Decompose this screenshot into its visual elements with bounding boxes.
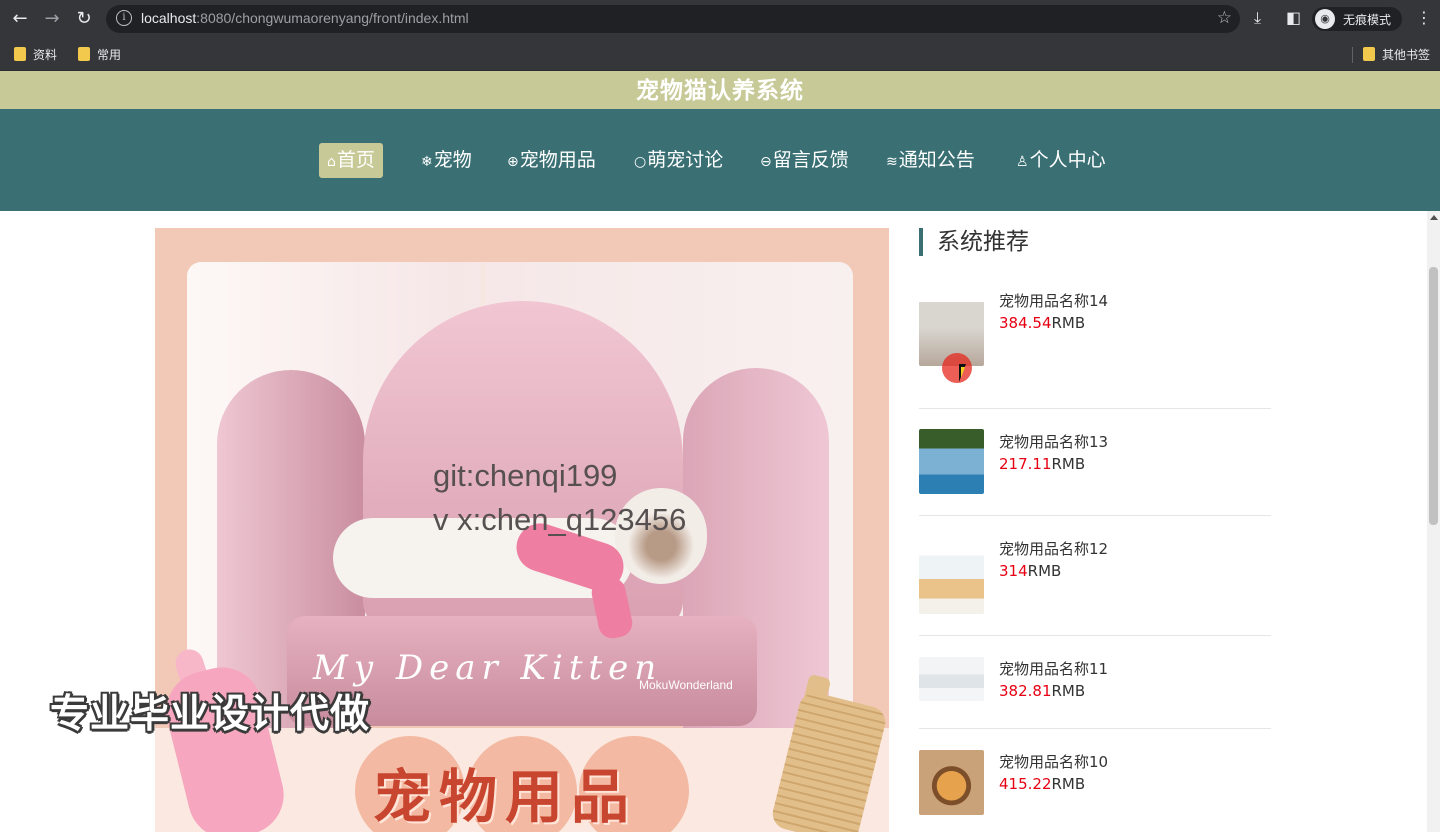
message-icon: ⊖ <box>760 154 772 170</box>
scroll-up-arrow-icon[interactable] <box>1430 215 1438 220</box>
product-price: 382.81RMB <box>999 682 1086 700</box>
nav-pet-supplies[interactable]: ⊕宠物用品 <box>507 143 596 178</box>
overlay-ad-text: 专业毕业设计代做 <box>50 692 371 737</box>
url-text[interactable]: localhost:8080/chongwumaorenyang/front/i… <box>141 10 469 26</box>
cursor-fill <box>961 367 965 378</box>
browser-toolbar: ← → ↻ i localhost:8080/chongwumaorenyang… <box>0 0 1440 38</box>
recommend-divider <box>919 635 1271 636</box>
banner-script-text: My Dear Kitten <box>313 648 663 688</box>
incognito-indicator[interactable]: ◉ 无痕模式 <box>1312 7 1402 31</box>
bookmark-folder-changyong[interactable]: 常用 <box>78 45 121 63</box>
chat-icon: ○ <box>634 154 647 170</box>
nav-feedback[interactable]: ⊖留言反馈 <box>760 143 849 178</box>
page-content: 宠物猫认养系统 ⌂首页 ❄宠物 ⊕宠物用品 ○萌宠讨论 ⊖留言反馈 ≋通知公告 … <box>0 71 1440 832</box>
product-name[interactable]: 宠物用品名称14 <box>999 290 1108 312</box>
nav-announcements[interactable]: ≋通知公告 <box>886 143 975 178</box>
recommend-item[interactable]: 宠物用品名称11 382.81RMB <box>919 657 1271 707</box>
user-icon: ♙ <box>1016 154 1029 170</box>
sidebar-icon[interactable]: ◧ <box>1286 8 1301 28</box>
product-name[interactable]: 宠物用品名称10 <box>999 751 1108 773</box>
recommend-item[interactable]: 宠物用品名称12 314RMB <box>919 536 1271 616</box>
product-price: 217.11RMB <box>999 455 1086 473</box>
bookmarks-divider <box>1352 47 1353 63</box>
product-name[interactable]: 宠物用品名称11 <box>999 658 1108 680</box>
more-vert-icon[interactable]: ⋮ <box>1416 8 1432 28</box>
back-arrow-icon[interactable]: ← <box>8 7 32 31</box>
address-bar[interactable]: i localhost:8080/chongwumaorenyang/front… <box>106 5 1240 33</box>
banner-brand-text: MokuWonderland <box>639 678 733 692</box>
bookmarks-bar: 资料 常用 其他书签 <box>0 38 1440 71</box>
home-icon: ⌂ <box>327 154 336 170</box>
bookmark-folder-ziliao[interactable]: 资料 <box>14 45 57 63</box>
product-thumbnail[interactable] <box>919 429 984 494</box>
recommend-divider <box>919 728 1271 729</box>
reload-icon[interactable]: ↻ <box>72 7 96 31</box>
cursor-highlight <box>942 353 972 383</box>
globe-icon: ⊕ <box>507 154 519 170</box>
product-name[interactable]: 宠物用品名称12 <box>999 538 1108 560</box>
site-header: 宠物猫认养系统 <box>0 71 1440 109</box>
nav-home[interactable]: ⌂首页 <box>319 143 383 178</box>
watermark-line-1: git:chenqi199 <box>433 458 618 493</box>
recommend-title: 系统推荐 <box>919 228 1029 256</box>
main-nav: ⌂首页 ❄宠物 ⊕宠物用品 ○萌宠讨论 ⊖留言反馈 ≋通知公告 ♙个人中心 <box>0 109 1440 211</box>
nav-pet-discussion[interactable]: ○萌宠讨论 <box>634 143 723 178</box>
scrollbar-thumb[interactable] <box>1429 267 1438 525</box>
folder-icon <box>78 47 90 61</box>
layers-icon: ≋ <box>886 154 898 170</box>
product-price: 415.22RMB <box>999 775 1086 793</box>
watermark-line-2: v x:chen_q123456 <box>433 502 687 537</box>
bookmark-folder-other[interactable]: 其他书签 <box>1363 45 1430 63</box>
snowflake-icon: ❄ <box>421 154 433 170</box>
product-price: 384.54RMB <box>999 314 1086 332</box>
incognito-label: 无痕模式 <box>1343 13 1392 27</box>
product-thumbnail[interactable] <box>919 750 984 815</box>
recommend-divider <box>919 515 1271 516</box>
watermark-text: git:chenqi199 v x:chen_q123456 <box>433 454 686 542</box>
recommend-item[interactable]: 宠物用品名称14 384.54RMB <box>919 290 1271 388</box>
folder-icon <box>14 47 26 61</box>
incognito-icon: ◉ <box>1315 9 1335 29</box>
info-icon[interactable]: i <box>116 10 132 26</box>
recommend-item[interactable]: 宠物用品名称10 415.22RMB <box>919 750 1271 820</box>
site-title: 宠物猫认养系统 <box>636 78 804 104</box>
recommend-divider <box>919 408 1271 409</box>
product-thumbnail[interactable] <box>919 657 984 701</box>
download-icon[interactable]: ⤓ <box>1254 8 1261 28</box>
banner-promo-text: 宠物用品 <box>373 763 638 831</box>
folder-icon <box>1363 47 1375 61</box>
nav-pets[interactable]: ❄宠物 <box>421 143 472 178</box>
recommend-item[interactable]: 宠物用品名称13 217.11RMB <box>919 429 1271 499</box>
product-name[interactable]: 宠物用品名称13 <box>999 431 1108 453</box>
star-icon[interactable]: ☆ <box>1217 8 1232 28</box>
nav-personal-center[interactable]: ♙个人中心 <box>1016 143 1106 178</box>
product-price: 314RMB <box>999 562 1062 580</box>
forward-arrow-icon[interactable]: → <box>40 7 64 31</box>
product-thumbnail[interactable] <box>919 536 984 614</box>
